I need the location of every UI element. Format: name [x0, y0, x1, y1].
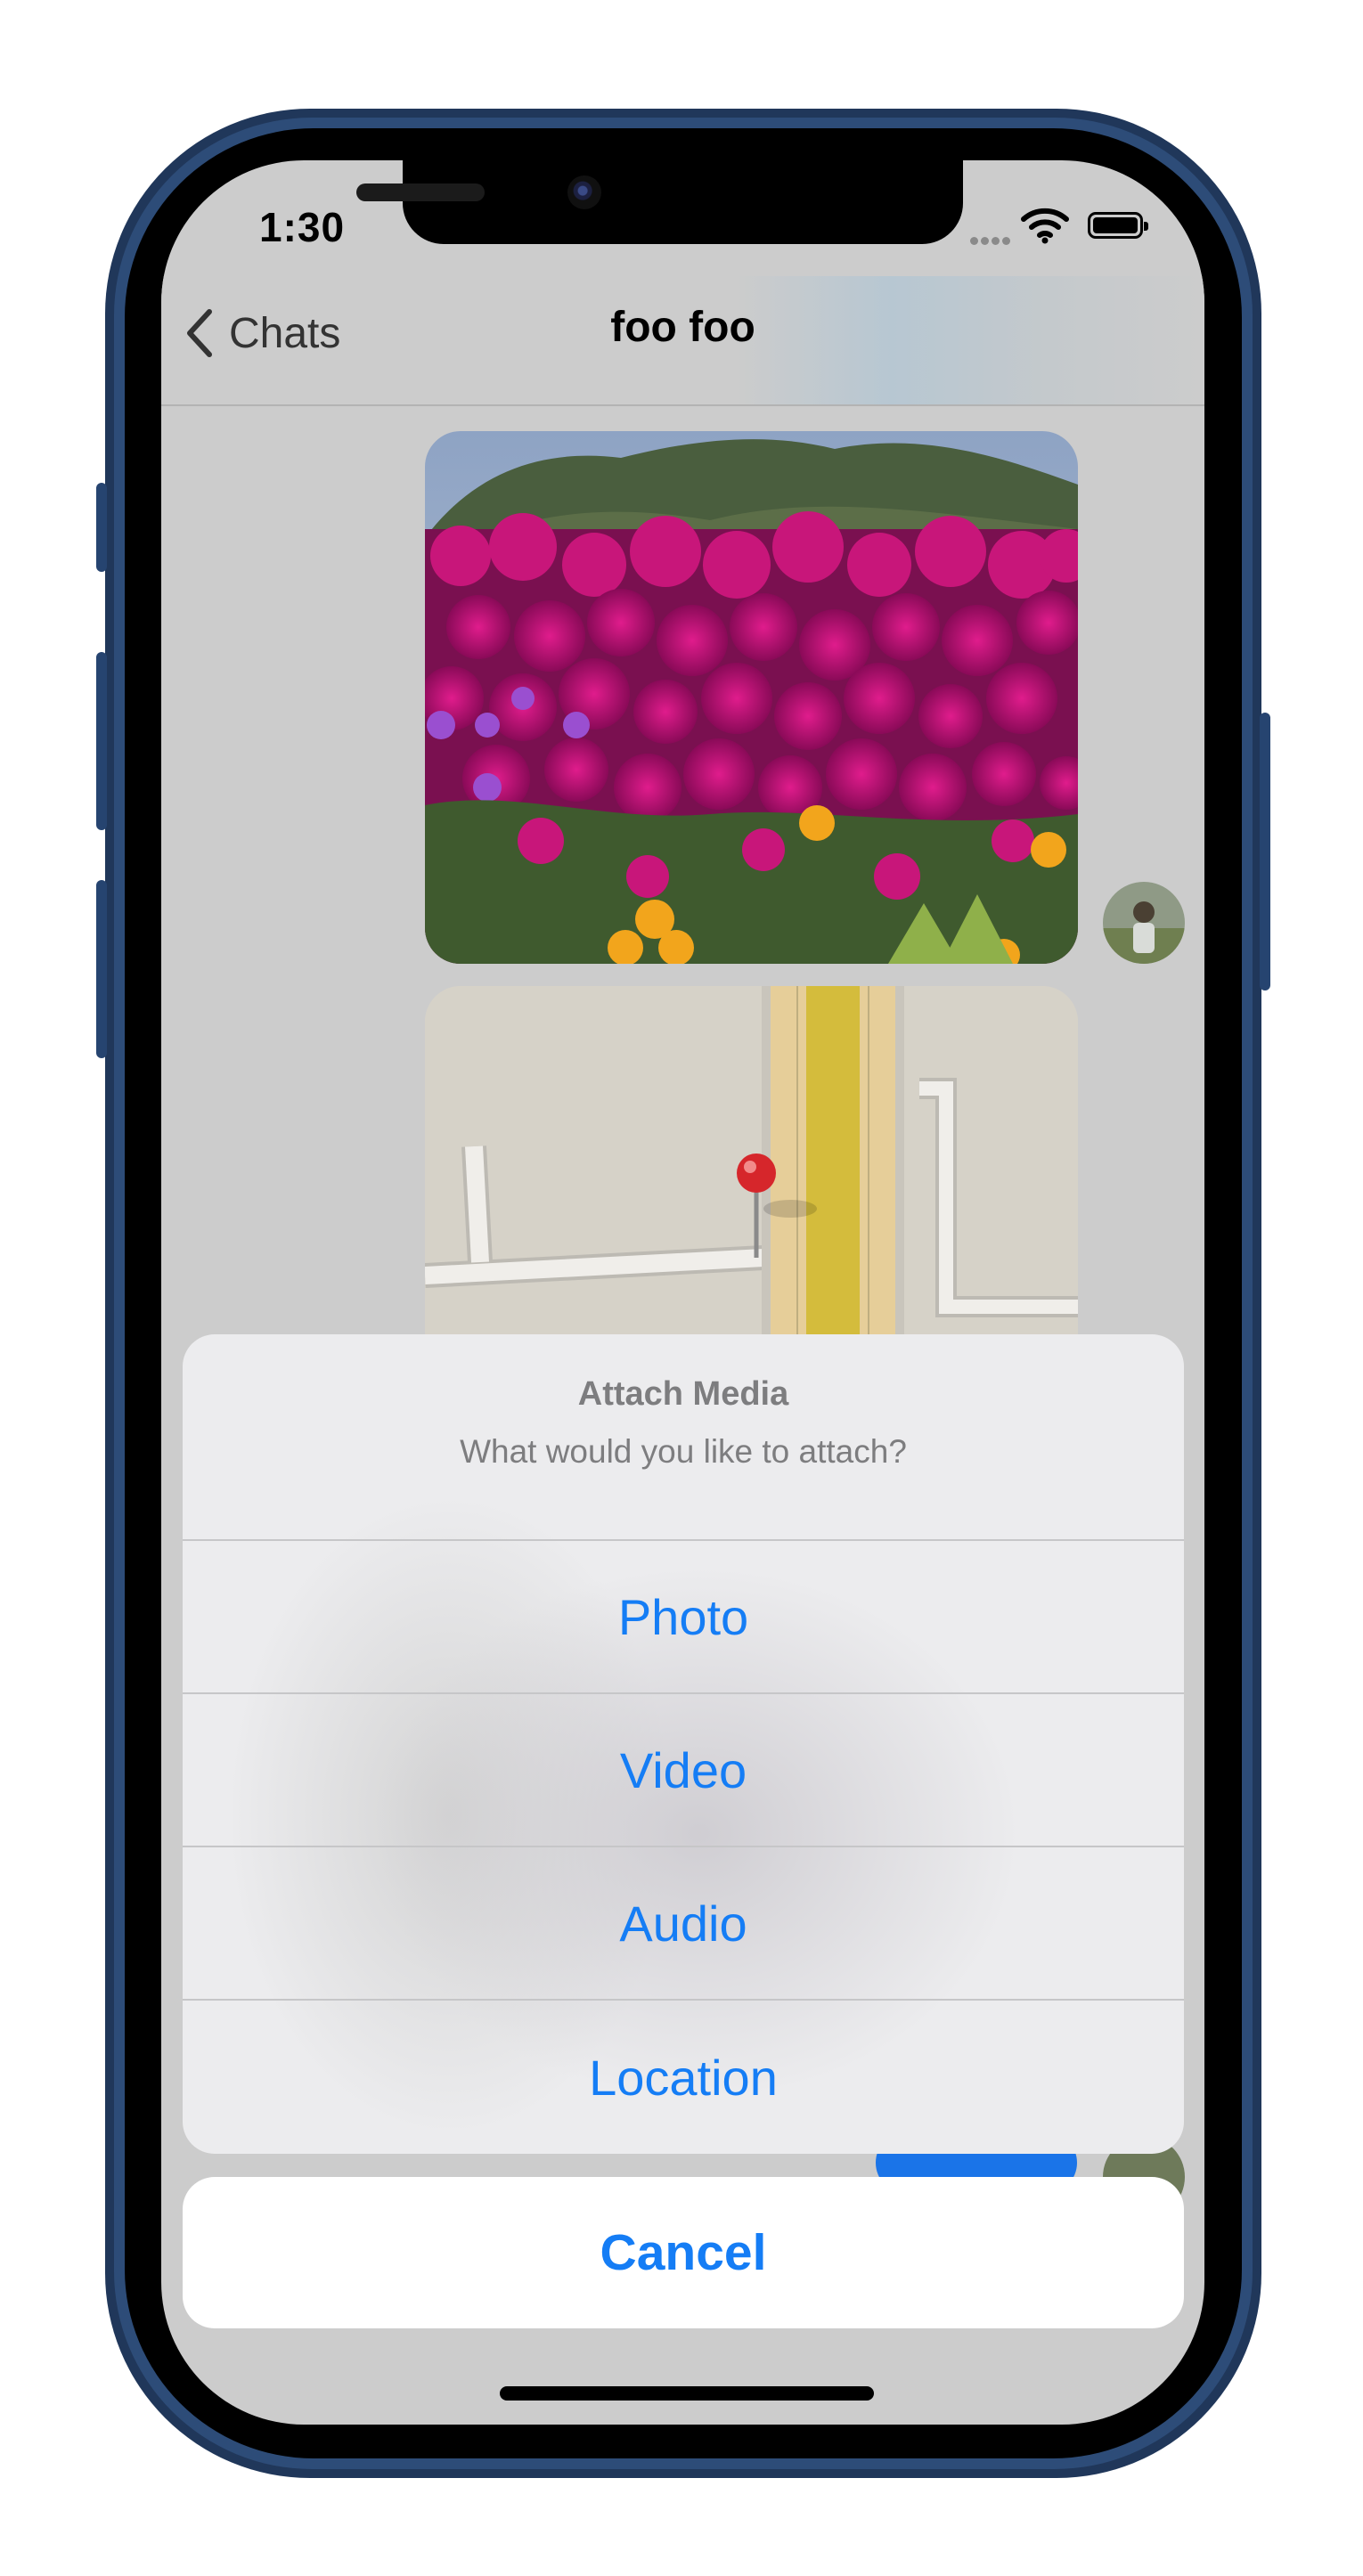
action-sheet-message: What would you like to attach? — [460, 1433, 907, 1470]
flower-photo — [425, 431, 1078, 964]
photo-message[interactable] — [425, 431, 1078, 964]
power-button — [1260, 713, 1270, 990]
volume-up-button — [96, 652, 107, 830]
battery-icon — [1088, 212, 1148, 239]
avatar-image — [1103, 882, 1185, 964]
action-sheet-title: Attach Media — [577, 1375, 789, 1413]
avatar[interactable] — [1103, 882, 1185, 964]
action-sheet: Attach Media What would you like to atta… — [183, 1334, 1184, 2154]
screen: Chats foo foo 1:30 Attach Media What wou… — [161, 160, 1204, 2425]
action-sheet-header: Attach Media What would you like to atta… — [183, 1334, 1184, 1541]
earpiece-speaker — [356, 183, 485, 201]
front-camera — [567, 175, 601, 209]
wifi-icon — [1021, 208, 1069, 244]
cellular-dots-icon — [970, 233, 1013, 249]
location-action-button[interactable]: Location — [183, 2001, 1184, 2154]
status-time: 1:30 — [259, 204, 346, 250]
video-action-button[interactable]: Video — [183, 1694, 1184, 1847]
navigation-bar: Chats foo foo — [161, 276, 1204, 406]
audio-action-button[interactable]: Audio — [183, 1847, 1184, 2001]
chat-title: foo foo — [610, 304, 755, 351]
volume-down-button — [96, 880, 107, 1058]
pin-shadow — [763, 1200, 817, 1218]
home-indicator[interactable] — [500, 2386, 874, 2401]
notch — [403, 160, 963, 244]
silent-switch — [96, 483, 107, 572]
cancel-button[interactable]: Cancel — [183, 2177, 1184, 2328]
photo-action-button[interactable]: Photo — [183, 1541, 1184, 1694]
